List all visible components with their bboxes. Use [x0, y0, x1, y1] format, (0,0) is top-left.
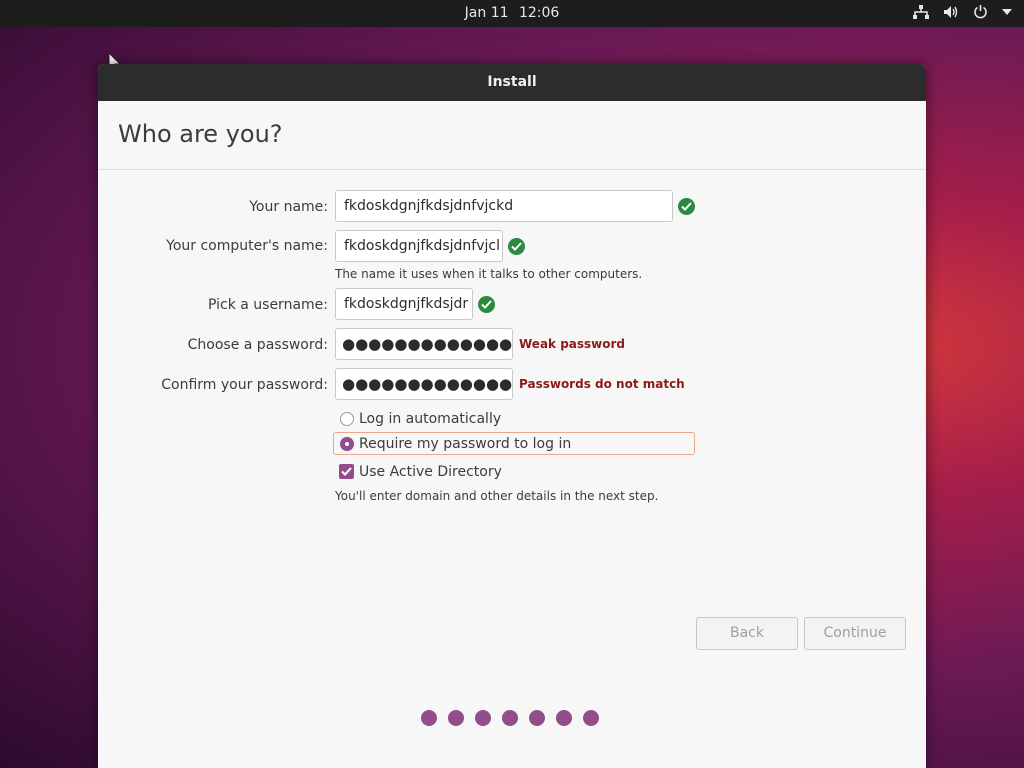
clock-time: 12:06 [518, 5, 560, 21]
clock-date: Jan 11 [464, 5, 509, 21]
progress-dots [421, 710, 599, 726]
progress-dot [529, 710, 545, 726]
require-password-label[interactable]: Require my password to log in [359, 433, 571, 455]
continue-button[interactable]: Continue [804, 617, 906, 650]
computer-name-label: Your computer's name: [166, 238, 328, 254]
progress-dot [556, 710, 572, 726]
installer-window: Install Who are you? Your name: fkdoskdg… [98, 64, 926, 768]
power-icon[interactable] [973, 4, 988, 19]
progress-dot [502, 710, 518, 726]
password-field[interactable]: ●●●●●●●●●●●●● [335, 328, 513, 360]
active-directory-hint: You'll enter domain and other details in… [335, 489, 659, 503]
confirm-password-label: Confirm your password: [161, 377, 328, 393]
progress-dot [421, 710, 437, 726]
password-strength: Weak password [519, 337, 626, 351]
menu-arrow-icon[interactable] [1002, 8, 1012, 15]
active-directory-checkbox[interactable] [339, 464, 354, 479]
back-button[interactable]: Back [696, 617, 798, 650]
username-label: Pick a username: [207, 297, 328, 313]
username-field[interactable]: fkdoskdgnjfkdsjdr [335, 288, 473, 320]
window-title: Install [98, 64, 926, 101]
clock[interactable]: Jan 11 12:06 [0, 5, 1024, 21]
computer-name-hint: The name it uses when it talks to other … [335, 267, 643, 281]
username-valid-icon [478, 296, 495, 313]
computer-name-valid-icon [508, 238, 525, 255]
name-valid-icon [678, 198, 695, 215]
password-label: Choose a password: [187, 337, 328, 353]
volume-icon[interactable] [943, 5, 959, 19]
require-password-radio[interactable] [340, 437, 354, 451]
progress-dot [583, 710, 599, 726]
name-label: Your name: [249, 199, 328, 215]
active-directory-label[interactable]: Use Active Directory [359, 461, 502, 483]
confirm-password-field[interactable]: ●●●●●●●●●●●●● [335, 368, 513, 400]
top-bar: Jan 11 12:06 [0, 0, 1024, 27]
checkmark-icon [341, 467, 352, 476]
progress-dot [475, 710, 491, 726]
login-auto-radio[interactable] [340, 412, 354, 426]
page-title: Who are you? [118, 120, 283, 148]
system-tray[interactable] [913, 4, 1012, 19]
login-auto-label[interactable]: Log in automatically [359, 408, 501, 430]
network-icon[interactable] [913, 4, 929, 19]
progress-dot [448, 710, 464, 726]
password-mismatch: Passwords do not match [519, 377, 685, 391]
name-field[interactable]: fkdoskdgnjfkdsjdnfvjckd [335, 190, 673, 222]
computer-name-field[interactable]: fkdoskdgnjfkdsjdnfvjcl [335, 230, 503, 262]
